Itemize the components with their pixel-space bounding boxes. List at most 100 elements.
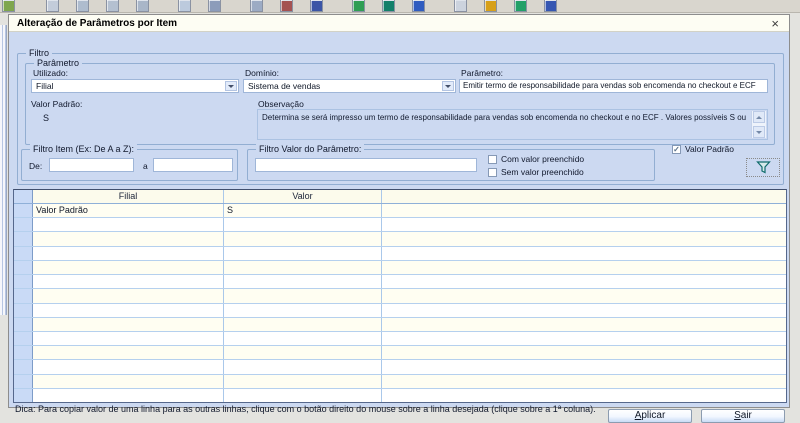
import-icon[interactable] <box>382 0 395 12</box>
table-row[interactable]: Valor Padrão S <box>14 204 786 219</box>
row-selector[interactable] <box>14 317 33 331</box>
row-selector[interactable] <box>14 331 33 346</box>
table-cell[interactable] <box>224 360 382 374</box>
table-cell[interactable] <box>224 331 382 346</box>
column-header-filial[interactable]: Filial <box>33 190 224 203</box>
row-selector[interactable] <box>14 360 33 374</box>
apply-button[interactable]: Aplicar <box>608 409 692 423</box>
table-row[interactable] <box>14 275 786 290</box>
table-row[interactable] <box>14 374 786 389</box>
table-cell[interactable] <box>382 261 786 274</box>
grid-icon[interactable] <box>250 0 263 12</box>
table-cell[interactable] <box>33 346 224 360</box>
table-cell[interactable] <box>33 275 224 289</box>
transfer-icon[interactable] <box>514 0 527 12</box>
table-row[interactable] <box>14 317 786 332</box>
dominio-combobox[interactable]: Sistema de vendas <box>243 79 456 93</box>
table-row[interactable] <box>14 232 786 247</box>
table-cell[interactable] <box>33 317 224 331</box>
table-cell[interactable] <box>382 332 786 345</box>
table-row[interactable] <box>14 360 786 375</box>
table-row[interactable] <box>14 346 786 361</box>
utilizado-combobox[interactable]: Filial <box>31 79 239 93</box>
filtro-item-a-input[interactable] <box>153 158 233 172</box>
sem-valor-checkbox-row[interactable]: Sem valor preenchido <box>488 167 584 177</box>
table-cell[interactable] <box>224 218 382 232</box>
scroll-up-icon[interactable] <box>753 111 765 123</box>
table-cell[interactable] <box>224 260 382 275</box>
table-row[interactable] <box>14 218 786 233</box>
row-selector[interactable] <box>14 303 33 317</box>
table-cell[interactable] <box>224 374 382 388</box>
refresh-icon[interactable] <box>352 0 365 12</box>
table-cell[interactable] <box>224 275 382 289</box>
table-cell[interactable] <box>224 388 382 403</box>
row-selector[interactable] <box>14 374 33 388</box>
row-selector[interactable] <box>14 346 33 360</box>
preview-icon[interactable] <box>208 0 221 12</box>
table-cell[interactable] <box>33 260 224 275</box>
table-cell[interactable] <box>382 204 786 217</box>
table-row[interactable] <box>14 388 786 403</box>
table-cell[interactable] <box>224 289 382 303</box>
table-cell[interactable] <box>33 331 224 346</box>
table-cell[interactable] <box>224 303 382 317</box>
table-cell[interactable] <box>382 346 786 359</box>
apply-filter-button[interactable] <box>746 158 780 177</box>
dialog-titlebar[interactable]: Alteração de Parâmetros por Item × <box>9 15 789 32</box>
print-icon[interactable] <box>136 0 149 12</box>
row-selector[interactable] <box>14 204 33 218</box>
table-cell[interactable] <box>33 246 224 260</box>
com-valor-checkbox-row[interactable]: Com valor preenchido <box>488 154 584 164</box>
table-cell[interactable] <box>33 232 224 246</box>
table-cell[interactable] <box>382 247 786 260</box>
column-header-valor[interactable]: Valor <box>224 190 382 203</box>
table-cell[interactable] <box>224 346 382 360</box>
chevron-down-icon[interactable] <box>442 81 454 91</box>
table-cell[interactable] <box>224 246 382 260</box>
table-row[interactable] <box>14 260 786 276</box>
table-cell[interactable] <box>33 360 224 374</box>
row-selector[interactable] <box>14 260 33 275</box>
new-document-icon[interactable] <box>46 0 59 12</box>
table-cell[interactable]: Valor Padrão <box>33 204 224 218</box>
table-cell[interactable] <box>382 275 786 288</box>
columns-icon[interactable] <box>280 0 293 12</box>
export-icon[interactable] <box>412 0 425 12</box>
table-cell[interactable] <box>382 318 786 331</box>
table-cell[interactable] <box>33 303 224 317</box>
row-selector[interactable] <box>14 388 33 403</box>
search-icon[interactable] <box>178 0 191 12</box>
filtro-item-de-input[interactable] <box>49 158 134 172</box>
table-cell[interactable] <box>33 289 224 303</box>
sync-icon[interactable] <box>544 0 557 12</box>
row-selector[interactable] <box>14 246 33 260</box>
table-cell[interactable]: S <box>224 204 382 218</box>
table-cell[interactable] <box>224 317 382 331</box>
observacao-memo[interactable]: Determina se será impresso um termo de r… <box>257 109 768 140</box>
table-cell[interactable] <box>382 360 786 373</box>
row-selector[interactable] <box>14 232 33 246</box>
close-icon[interactable]: × <box>771 16 779 31</box>
table-cell[interactable] <box>382 289 786 302</box>
app-logo-icon[interactable] <box>2 0 15 12</box>
parametro-input[interactable]: Emitir termo de responsabilidade para ve… <box>459 79 768 93</box>
table-cell[interactable] <box>33 218 224 232</box>
valor-padrao-checkbox[interactable]: ✓ <box>672 144 681 154</box>
document-icon[interactable] <box>454 0 467 12</box>
chevron-down-icon[interactable] <box>225 81 237 91</box>
table-cell[interactable] <box>33 374 224 388</box>
save-icon[interactable] <box>106 0 119 12</box>
table-cell[interactable] <box>382 389 786 402</box>
row-selector[interactable] <box>14 275 33 289</box>
com-valor-checkbox[interactable] <box>488 154 497 164</box>
table-cell[interactable] <box>382 218 786 231</box>
valor-padrao-checkbox-row[interactable]: ✓ Valor Padrão <box>672 144 734 154</box>
scroll-down-icon[interactable] <box>753 126 765 138</box>
table-cell[interactable] <box>382 304 786 317</box>
memo-scrollbar[interactable] <box>751 111 766 138</box>
table-row[interactable] <box>14 303 786 318</box>
table-row[interactable] <box>14 289 786 304</box>
sem-valor-checkbox[interactable] <box>488 167 497 177</box>
link-icon[interactable] <box>310 0 323 12</box>
